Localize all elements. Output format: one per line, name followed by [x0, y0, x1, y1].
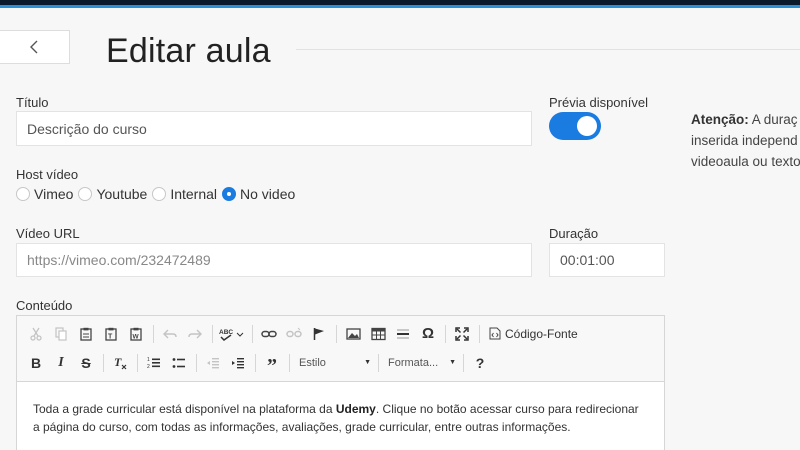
svg-text:1: 1: [147, 357, 150, 363]
radio-label: Youtube: [96, 186, 148, 202]
caret-down-icon: ▼: [364, 359, 371, 366]
back-button[interactable]: [0, 30, 70, 64]
radio-dot: [222, 187, 237, 201]
titulo-input[interactable]: Descrição do curso: [16, 111, 532, 146]
image-icon[interactable]: [342, 323, 364, 345]
radio-no-video[interactable]: No video: [222, 186, 295, 202]
attention-note: Atenção: A duraç inserida independ video…: [691, 109, 800, 172]
top-bar: [0, 0, 800, 8]
radio-dot: [78, 187, 93, 201]
radio-internal[interactable]: Internal: [152, 186, 217, 202]
previa-toggle[interactable]: [549, 112, 601, 140]
toolbar-separator: [463, 353, 464, 372]
rich-text-editor: T W ABC Ω Código-Fonte B I S T 1 2 ” Est…: [16, 315, 665, 450]
table-icon[interactable]: [367, 323, 389, 345]
previa-label: Prévia disponível: [549, 95, 648, 110]
svg-text:W: W: [133, 333, 140, 340]
unlink-icon[interactable]: [283, 323, 305, 345]
toolbar-separator: [196, 353, 197, 372]
toolbar-separator: [479, 324, 480, 343]
caret-down-icon: ▼: [449, 359, 456, 366]
spellcheck-icon[interactable]: ABC: [218, 323, 246, 345]
special-char-icon[interactable]: Ω: [417, 323, 439, 345]
toolbar-separator: [255, 353, 256, 372]
toolbar-separator: [378, 353, 379, 372]
svg-text:T: T: [108, 333, 113, 340]
content-bold: Udemy: [335, 402, 376, 416]
redo-icon[interactable]: [184, 323, 206, 345]
note-bold: Atenção:: [691, 112, 749, 127]
source-icon: [489, 327, 501, 340]
toolbar-separator: [137, 353, 138, 372]
help-icon[interactable]: ?: [469, 352, 491, 374]
duracao-input[interactable]: 00:01:00: [549, 243, 665, 277]
source-label: Código-Fonte: [505, 326, 578, 341]
indent-icon[interactable]: [227, 352, 249, 374]
svg-text:T: T: [114, 356, 122, 369]
source-button[interactable]: Código-Fonte: [485, 323, 582, 345]
titulo-label: Título: [16, 95, 49, 110]
outdent-icon[interactable]: [202, 352, 224, 374]
horizontal-rule-icon[interactable]: [392, 323, 414, 345]
undo-icon[interactable]: [159, 323, 181, 345]
cut-icon[interactable]: [25, 323, 47, 345]
remove-format-icon[interactable]: T: [109, 352, 131, 374]
radio-vimeo[interactable]: Vimeo: [16, 186, 73, 202]
style-dropdown-label: Estilo: [299, 356, 326, 369]
toolbar-separator: [445, 324, 446, 343]
paste-icon[interactable]: [75, 323, 97, 345]
maximize-icon[interactable]: [451, 323, 473, 345]
paste-word-icon[interactable]: W: [125, 323, 147, 345]
blockquote-icon[interactable]: ”: [261, 352, 283, 377]
toolbar-separator: [252, 324, 253, 343]
format-dropdown[interactable]: Formata... ▼: [384, 352, 460, 374]
svg-text:2: 2: [147, 364, 150, 370]
italic-icon[interactable]: I: [50, 352, 72, 374]
toggle-knob: [577, 116, 597, 136]
chevron-left-icon: [29, 40, 37, 54]
radio-label: Vimeo: [34, 186, 74, 202]
video-url-input[interactable]: https://vimeo.com/232472489: [16, 243, 532, 277]
link-icon[interactable]: [258, 323, 280, 345]
bold-icon[interactable]: B: [25, 352, 47, 374]
toolbar-separator: [289, 353, 290, 372]
note-line1: A duraç: [748, 112, 798, 127]
editor-toolbar: T W ABC Ω Código-Fonte B I S T 1 2 ” Est…: [17, 316, 664, 382]
radio-youtube[interactable]: Youtube: [78, 186, 147, 202]
toolbar-separator: [103, 353, 104, 372]
video-url-label: Vídeo URL: [16, 226, 80, 241]
note-line3: videoaula ou texto: [691, 154, 800, 169]
note-line2: inserida independ: [691, 133, 798, 148]
toolbar-separator: [153, 324, 154, 343]
bulleted-list-icon[interactable]: [168, 352, 190, 374]
editor-content[interactable]: Toda a grade curricular está disponível …: [17, 382, 664, 436]
anchor-flag-icon[interactable]: [308, 323, 330, 345]
toolbar-row-2: B I S T 12 ” Estilo ▼ Formata... ▼ ?: [25, 348, 656, 377]
radio-dot: [152, 187, 167, 201]
format-dropdown-label: Formata...: [388, 356, 439, 369]
radio-label: Internal: [170, 186, 218, 202]
svg-text:ABC: ABC: [219, 329, 233, 336]
title-divider: [296, 49, 800, 50]
toolbar-separator: [336, 324, 337, 343]
copy-icon[interactable]: [50, 323, 72, 345]
radio-dot: [16, 187, 30, 201]
toolbar-separator: [212, 324, 213, 343]
content-text-1: Toda a grade curricular está disponível …: [33, 402, 336, 416]
duracao-label: Duração: [549, 226, 599, 241]
style-dropdown[interactable]: Estilo ▼: [295, 352, 375, 374]
radio-label: No video: [240, 186, 296, 202]
paste-text-icon[interactable]: T: [100, 323, 122, 345]
host-radio-group: Vimeo Youtube Internal No video: [16, 186, 300, 202]
host-label: Host vídeo: [16, 167, 79, 182]
numbered-list-icon[interactable]: 12: [143, 352, 165, 374]
conteudo-label: Conteúdo: [16, 298, 73, 313]
page-title: Editar aula: [106, 32, 271, 70]
toolbar-row-1: T W ABC Ω Código-Fonte: [25, 319, 656, 348]
strikethrough-icon[interactable]: S: [75, 352, 97, 374]
